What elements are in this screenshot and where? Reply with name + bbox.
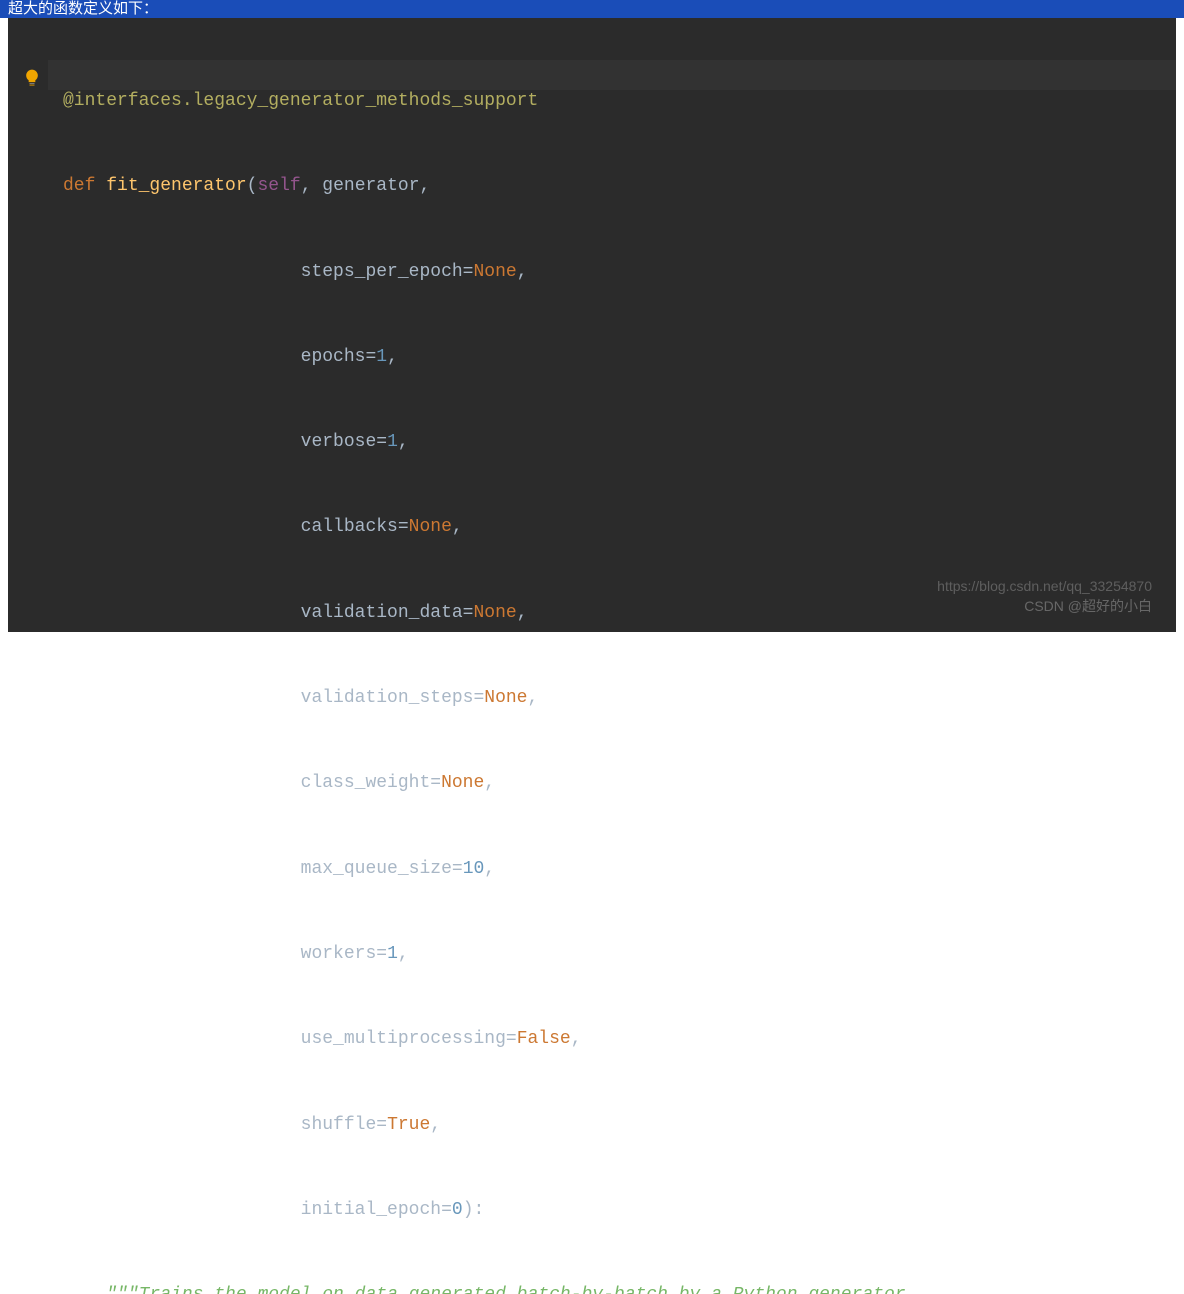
code-line: callbacks=None, bbox=[63, 513, 1176, 541]
param-name: shuffle bbox=[301, 1115, 377, 1135]
docstring-line: """Trains the model on data generated ba… bbox=[63, 1281, 1176, 1294]
code-line: steps_per_epoch=None, bbox=[63, 258, 1176, 286]
def-keyword: def bbox=[63, 176, 106, 196]
function-name: fit_generator bbox=[106, 176, 246, 196]
param-default: 1 bbox=[376, 347, 387, 367]
param-default: 1 bbox=[387, 944, 398, 964]
current-line-highlight bbox=[8, 60, 1176, 90]
code-line: class_weight=None, bbox=[63, 769, 1176, 797]
param-default: 1 bbox=[387, 432, 398, 452]
param-default: None bbox=[484, 688, 527, 708]
param-default: None bbox=[409, 517, 452, 537]
param-name: generator bbox=[322, 176, 419, 196]
param-name: initial_epoch bbox=[301, 1200, 441, 1220]
paren-open: ( bbox=[247, 176, 258, 196]
editor-gutter bbox=[8, 18, 48, 632]
code-line: epochs=1, bbox=[63, 343, 1176, 371]
self-param: self bbox=[257, 176, 300, 196]
param-name: max_queue_size bbox=[301, 859, 452, 879]
param-default: True bbox=[387, 1115, 430, 1135]
code-line: initial_epoch=0): bbox=[63, 1196, 1176, 1224]
code-line: shuffle=True, bbox=[63, 1111, 1176, 1139]
param-name: class_weight bbox=[301, 773, 431, 793]
code-editor[interactable]: @interfaces.legacy_generator_methods_sup… bbox=[8, 18, 1176, 632]
param-name: epochs bbox=[301, 347, 366, 367]
watermark-url: https://blog.csdn.net/qq_33254870 bbox=[937, 578, 1152, 594]
code-line: validation_steps=None, bbox=[63, 684, 1176, 712]
code-line: verbose=1, bbox=[63, 428, 1176, 456]
param-default: 0 bbox=[452, 1200, 463, 1220]
param-default: 10 bbox=[463, 859, 485, 879]
param-name: use_multiprocessing bbox=[301, 1029, 506, 1049]
decorator-text: @interfaces.legacy_generator_methods_sup… bbox=[63, 91, 538, 111]
param-default: None bbox=[473, 262, 516, 282]
param-name: verbose bbox=[301, 432, 377, 452]
param-name: steps_per_epoch bbox=[301, 262, 463, 282]
param-default: None bbox=[473, 603, 516, 623]
lightbulb-icon[interactable] bbox=[22, 68, 42, 88]
param-default: False bbox=[517, 1029, 571, 1049]
param-name: validation_steps bbox=[301, 688, 474, 708]
code-line: workers=1, bbox=[63, 940, 1176, 968]
top-context-bar: 超大的函数定义如下： bbox=[0, 0, 1184, 18]
param-name: callbacks bbox=[301, 517, 398, 537]
param-default: None bbox=[441, 773, 484, 793]
code-line: def fit_generator(self, generator, bbox=[63, 172, 1176, 200]
code-line: max_queue_size=10, bbox=[63, 855, 1176, 883]
param-name: workers bbox=[301, 944, 377, 964]
param-name: validation_data bbox=[301, 603, 463, 623]
top-context-text: 超大的函数定义如下： bbox=[8, 0, 158, 17]
code-line: @interfaces.legacy_generator_methods_sup… bbox=[63, 87, 1176, 115]
code-line: use_multiprocessing=False, bbox=[63, 1025, 1176, 1053]
code-line: validation_data=None, bbox=[63, 599, 1176, 627]
code-content[interactable]: @interfaces.legacy_generator_methods_sup… bbox=[63, 30, 1176, 1294]
